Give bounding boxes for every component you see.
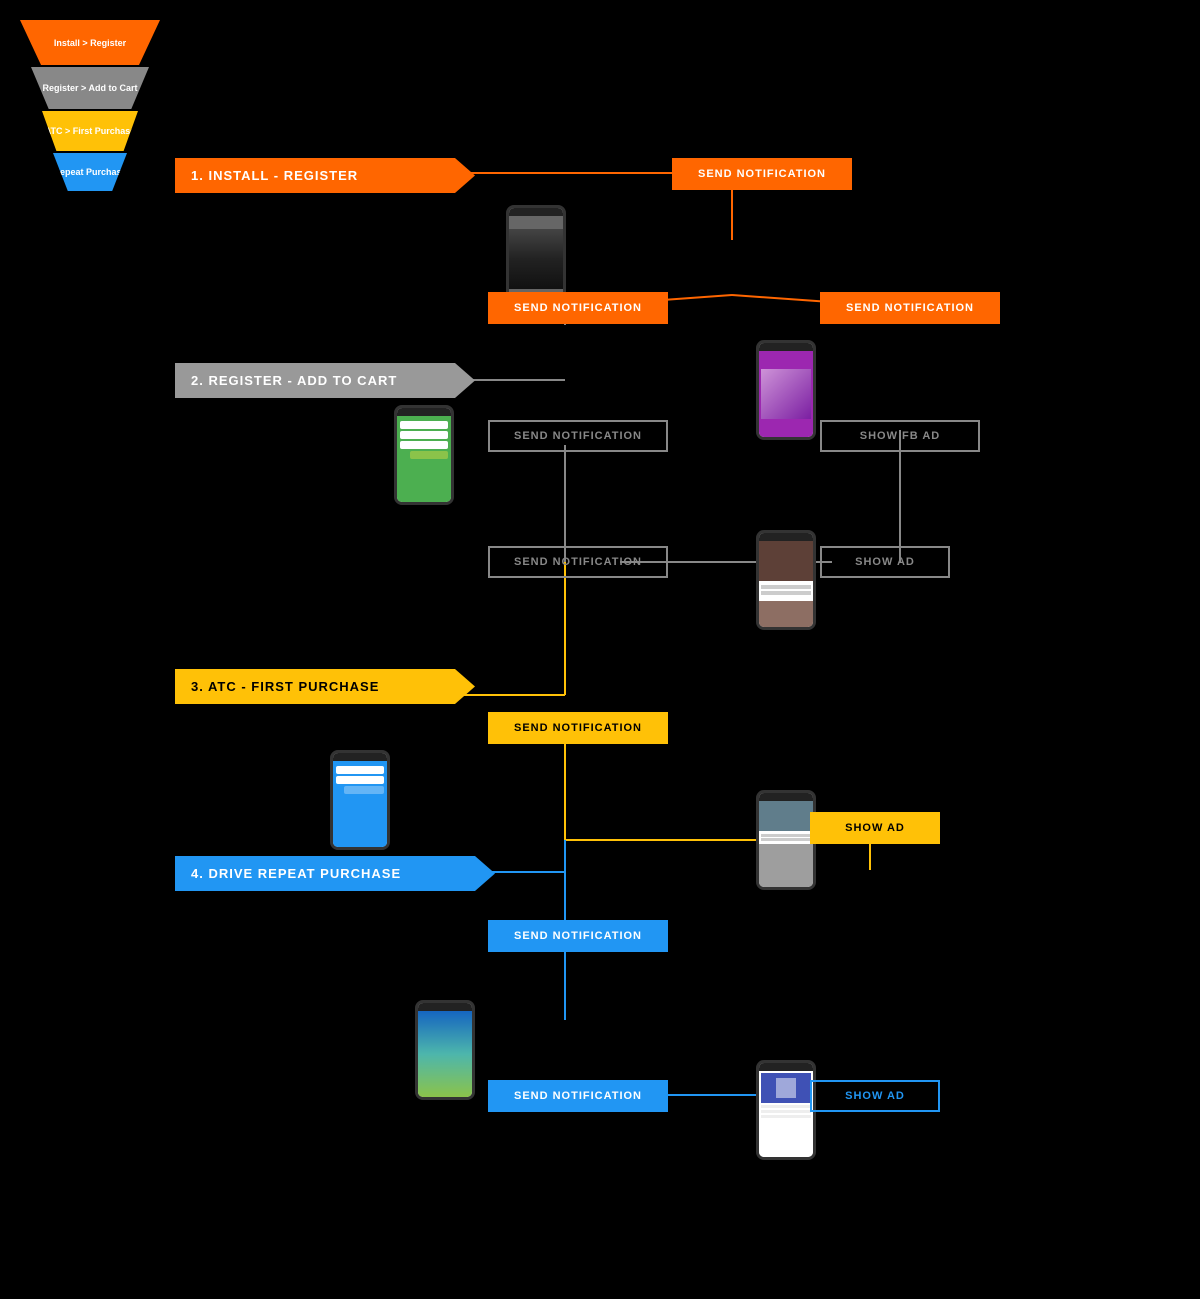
phone-2 [394,405,454,505]
phone-8 [756,1060,816,1160]
phone-4 [756,530,816,630]
stage-3-label: 3. ATC - FIRST PURCHASE [175,669,475,704]
stage-2-label: 2. REGISTER - ADD TO CART [175,363,475,398]
notification-3: SEND NOTIFICATION [820,292,1000,324]
notification-11: SEND NOTIFICATION [488,1080,668,1112]
phone-1 [506,205,566,305]
notification-2: SEND NOTIFICATION [488,292,668,324]
notification-1: SEND NOTIFICATION [672,158,852,190]
show-ad-3: SHOW AD [810,1080,940,1112]
funnel-segment-4: Repeat Purchase [53,153,127,191]
notification-4: SEND NOTIFICATION [488,420,668,452]
phone-3 [756,340,816,440]
stage-4-label: 4. DRIVE REPEAT PURCHASE [175,856,495,891]
stage-1-label: 1. INSTALL - REGISTER [175,158,475,193]
notification-10: SEND NOTIFICATION [488,920,668,952]
funnel-segment-2: Register > Add to Cart [31,67,149,109]
phone-7 [415,1000,475,1100]
funnel-segment-1: Install > Register [20,20,160,65]
phone-6 [756,790,816,890]
show-ad-2: SHOW AD [810,812,940,844]
funnel: Install > Register Register > Add to Car… [20,20,160,193]
notification-6: SEND NOTIFICATION [488,546,668,578]
show-ad-1: SHOW AD [820,546,950,578]
notification-8: SEND NOTIFICATION [488,712,668,744]
funnel-segment-3: ATC > First Purchase [42,111,138,151]
show-fb-ad: SHOW FB AD [820,420,980,452]
phone-5 [330,750,390,850]
